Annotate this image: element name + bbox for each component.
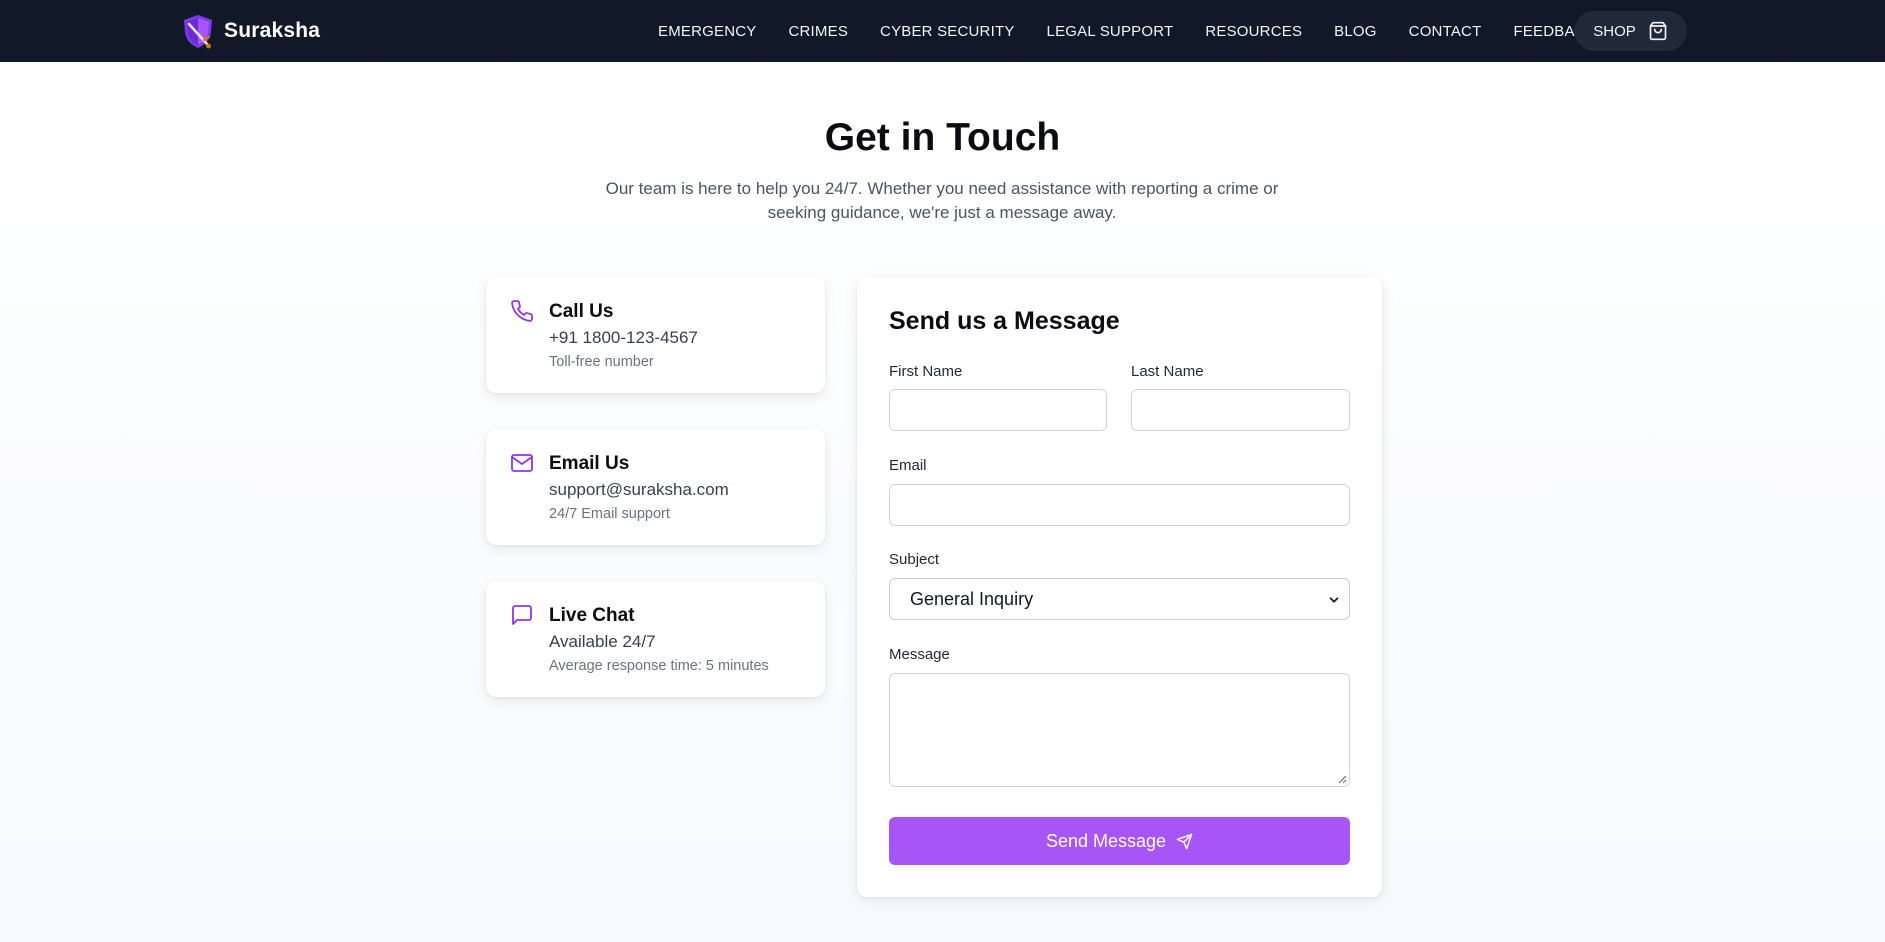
- shopping-bag-icon: [1649, 21, 1667, 41]
- nav-link-cyber-security[interactable]: CYBER SECURITY: [880, 23, 1015, 40]
- email-us-card: Email Us support@suraksha.com 24/7 Email…: [486, 429, 825, 545]
- nav-link-contact[interactable]: CONTACT: [1409, 23, 1482, 40]
- email-label: Email: [889, 457, 927, 474]
- nav-link-resources[interactable]: RESOURCES: [1205, 23, 1302, 40]
- last-name-label: Last Name: [1131, 363, 1204, 380]
- send-message-button[interactable]: Send Message: [889, 817, 1350, 865]
- subject-selected-value: General Inquiry: [910, 588, 1034, 609]
- contact-form: Send us a Message First Name Last Name E…: [857, 277, 1382, 897]
- email-us-note: 24/7 Email support: [549, 506, 670, 522]
- resize-grip-icon[interactable]: [1337, 774, 1347, 784]
- shop-button[interactable]: SHOP: [1574, 11, 1687, 51]
- call-us-card: Call Us +91 1800-123-4567 Toll-free numb…: [486, 277, 825, 393]
- phone-icon: [511, 300, 533, 322]
- shop-button-label: SHOP: [1593, 22, 1636, 40]
- first-name-label: First Name: [889, 363, 963, 380]
- message-textarea[interactable]: [889, 673, 1350, 787]
- last-name-input[interactable]: [1131, 389, 1350, 431]
- call-us-note: Toll-free number: [549, 354, 654, 370]
- live-chat-title: Live Chat: [549, 605, 635, 626]
- call-us-phone[interactable]: +91 1800-123-4567: [549, 328, 698, 348]
- live-chat-note: Average response time: 5 minutes: [549, 658, 769, 674]
- email-input[interactable]: [889, 484, 1350, 526]
- top-navbar: Suraksha EMERGENCY CRIMES CYBER SECURITY…: [0, 0, 1885, 62]
- live-chat-availability: Available 24/7: [549, 632, 656, 651]
- send-message-label: Send Message: [1045, 830, 1167, 851]
- page-subtitle: Our team is here to help you 24/7. Wheth…: [605, 179, 1279, 222]
- shield-sword-logo: [184, 15, 212, 49]
- live-chat-card: Live Chat Available 24/7 Average respons…: [486, 581, 825, 697]
- email-us-title: Email Us: [549, 453, 630, 474]
- chat-icon: [512, 605, 532, 625]
- main-nav: EMERGENCY CRIMES CYBER SECURITY LEGAL SU…: [658, 0, 1628, 62]
- mail-icon: [511, 454, 533, 472]
- chevron-down-icon: [1329, 597, 1339, 603]
- nav-link-blog[interactable]: BLOG: [1334, 23, 1376, 40]
- call-us-title: Call Us: [549, 301, 614, 322]
- send-icon: [1176, 833, 1193, 849]
- brand-name: Suraksha: [224, 19, 321, 42]
- subject-select[interactable]: General Inquiry: [889, 578, 1350, 620]
- email-us-address[interactable]: support@suraksha.com: [549, 480, 729, 500]
- form-title: Send us a Message: [889, 307, 1120, 335]
- subject-label: Subject: [889, 551, 940, 568]
- first-name-input[interactable]: [889, 389, 1107, 431]
- message-label: Message: [889, 646, 950, 663]
- nav-link-emergency[interactable]: EMERGENCY: [658, 23, 756, 40]
- brand-logo-link[interactable]: Suraksha: [181, 12, 320, 50]
- nav-link-crimes[interactable]: CRIMES: [788, 23, 848, 40]
- page-title: Get in Touch: [824, 116, 1061, 159]
- nav-link-legal-support[interactable]: LEGAL SUPPORT: [1047, 23, 1174, 40]
